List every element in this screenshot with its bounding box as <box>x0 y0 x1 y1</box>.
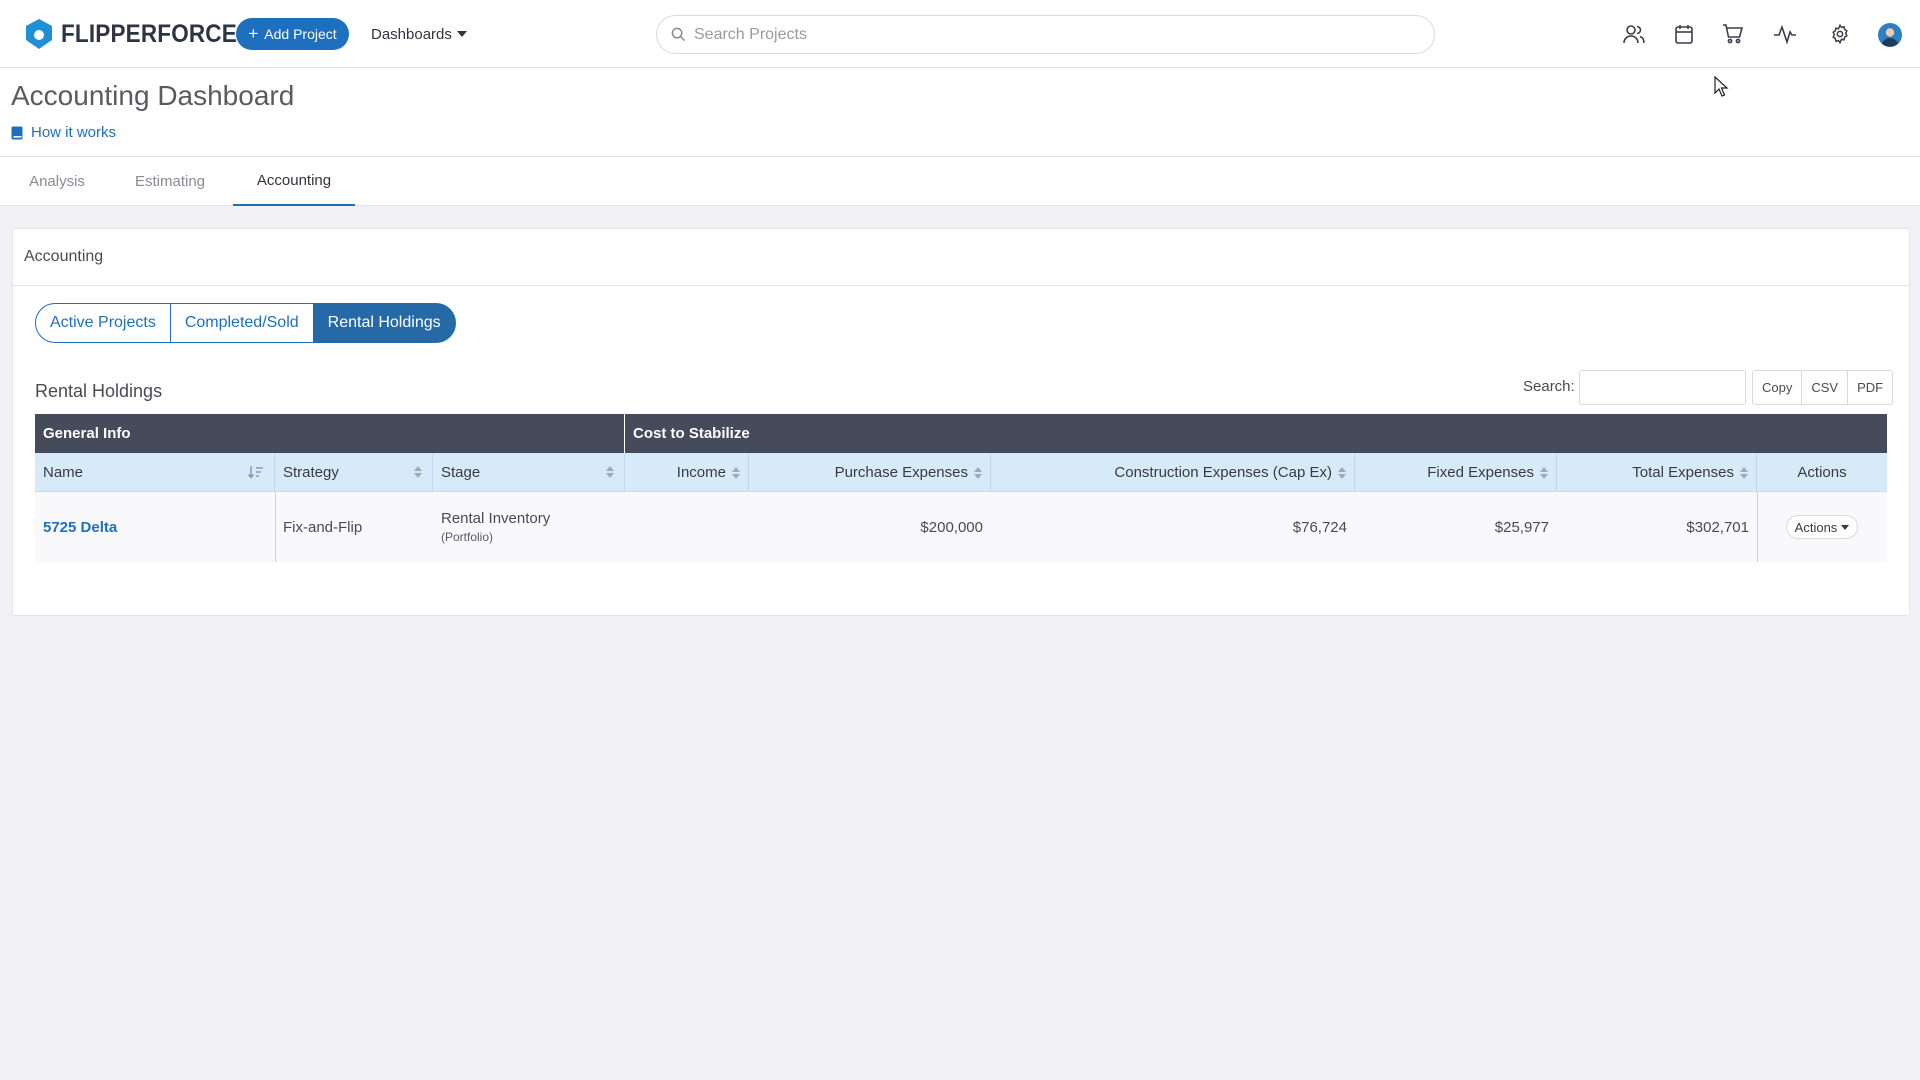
col-name[interactable]: Name <box>35 453 275 492</box>
sort-icon <box>1540 466 1548 480</box>
caret-down-icon <box>1841 524 1850 530</box>
cell-name: 5725 Delta <box>35 492 275 562</box>
add-project-button[interactable]: + Add Project <box>236 18 349 50</box>
col-total-expenses[interactable]: Total Expenses <box>1557 453 1757 492</box>
sort-icon <box>974 466 982 480</box>
segment-label: Rental Holdings <box>327 314 441 331</box>
active-projects-button[interactable]: Active Projects <box>35 303 171 343</box>
avatar-icon[interactable] <box>1878 23 1902 47</box>
add-project-label: Add Project <box>264 26 337 42</box>
actions-label: Actions <box>1794 519 1838 535</box>
column-label: Actions <box>1797 464 1847 481</box>
page-header: Accounting Dashboard How it works <box>0 68 1920 157</box>
dashboards-dropdown[interactable]: Dashboards <box>371 23 467 45</box>
brand-logo[interactable]: FLIPPERFORCE <box>24 18 256 50</box>
dashboard-tabs: Analysis Estimating Accounting <box>0 157 1920 206</box>
column-label: Purchase Expenses <box>834 464 968 481</box>
sort-desc-icon <box>248 466 263 479</box>
col-purchase-expenses[interactable]: Purchase Expenses <box>749 453 991 492</box>
col-income[interactable]: Income <box>625 453 749 492</box>
top-navbar: FLIPPERFORCE + Add Project Dashboards <box>0 0 1920 68</box>
flipperforce-logo-icon <box>26 19 52 49</box>
col-actions: Actions <box>1757 453 1887 492</box>
sort-icon <box>414 465 422 479</box>
mouse-cursor-icon <box>1714 76 1729 97</box>
accounting-card: Accounting Active Projects Completed/Sol… <box>12 228 1910 616</box>
section-title: Rental Holdings <box>35 381 163 401</box>
stage-main: Rental Inventory <box>441 510 551 527</box>
column-label: Income <box>676 464 726 481</box>
pdf-button[interactable]: PDF <box>1847 370 1894 405</box>
users-icon[interactable] <box>1622 22 1646 46</box>
card-title: Accounting <box>13 229 1909 286</box>
column-label: Stage <box>441 464 481 481</box>
column-label: Total Expenses <box>1632 464 1734 481</box>
search-icon <box>671 27 686 42</box>
cart-icon[interactable] <box>1721 22 1745 46</box>
project-search-input[interactable] <box>694 25 1414 44</box>
how-it-works-link[interactable]: How it works <box>11 124 116 141</box>
column-label: Fixed Expenses <box>1427 464 1534 481</box>
gear-icon[interactable] <box>1828 22 1852 46</box>
column-label: Name <box>43 464 84 481</box>
group-general-info: General Info <box>43 425 131 442</box>
sort-icon <box>1740 466 1748 480</box>
column-label: Strategy <box>283 464 339 481</box>
cell-construction-expenses: $76,724 <box>1292 518 1347 536</box>
cell-strategy: Fix-and-Flip <box>283 518 363 536</box>
plus-icon: + <box>248 23 259 43</box>
segment-label: Completed/Sold <box>184 314 299 331</box>
row-actions-button[interactable]: Actions <box>1785 515 1859 539</box>
column-header-row: Name Strategy Stage Income Purchase Expe… <box>35 453 1887 492</box>
tab-accounting[interactable]: Accounting <box>233 157 355 206</box>
sort-icon <box>606 465 614 479</box>
tab-analysis[interactable]: Analysis <box>18 157 96 206</box>
csv-button[interactable]: CSV <box>1801 370 1849 405</box>
page-title: Accounting Dashboard <box>11 80 295 111</box>
tab-label: Accounting <box>256 172 332 189</box>
group-cost-to-stabilize: Cost to Stabilize <box>633 425 750 442</box>
tab-label: Estimating <box>134 173 206 190</box>
sort-icon <box>732 466 740 480</box>
col-fixed-expenses[interactable]: Fixed Expenses <box>1355 453 1557 492</box>
rental-holdings-button[interactable]: Rental Holdings <box>312 303 456 343</box>
activity-icon[interactable] <box>1773 22 1797 46</box>
table-search-input[interactable] <box>1579 370 1746 405</box>
sort-icon <box>1338 466 1346 480</box>
how-it-works-label: How it works <box>31 124 117 141</box>
rental-holdings-table: General Info Cost to Stabilize Name Stra… <box>35 414 1887 562</box>
table-row: 5725 Delta Fix-and-Flip Rental Inventory… <box>35 492 1887 562</box>
book-icon <box>11 126 23 139</box>
column-label: Construction Expenses (Cap Ex) <box>1114 464 1332 481</box>
cell-stage: Rental Inventory (Portfolio) <box>433 492 625 562</box>
cell-actions: Actions <box>1757 492 1887 562</box>
export-buttons: Copy CSV PDF <box>1752 370 1894 405</box>
tab-estimating[interactable]: Estimating <box>120 157 220 206</box>
col-construction-expenses[interactable]: Construction Expenses (Cap Ex) <box>991 453 1355 492</box>
completed-sold-button[interactable]: Completed/Sold <box>169 303 314 343</box>
col-strategy[interactable]: Strategy <box>275 453 433 492</box>
stage-sub: (Portfolio) <box>441 530 494 544</box>
cell-total-expenses: $302,701 <box>1686 518 1749 536</box>
caret-down-icon <box>456 31 467 37</box>
dashboards-label: Dashboards <box>371 25 452 43</box>
calendar-icon[interactable] <box>1672 22 1696 46</box>
project-filter-group: Active Projects Completed/Sold Rental Ho… <box>35 303 456 343</box>
col-stage[interactable]: Stage <box>433 453 625 492</box>
brand-name: FLIPPERFORCE <box>61 19 237 48</box>
cell-fixed-expenses: $25,977 <box>1494 518 1549 536</box>
project-search-box <box>656 15 1435 54</box>
tab-label: Analysis <box>29 173 85 190</box>
project-name-link[interactable]: 5725 Delta <box>43 519 117 536</box>
cell-purchase-expenses: $200,000 <box>920 518 983 536</box>
column-group-row: General Info Cost to Stabilize <box>35 414 1887 453</box>
segment-label: Active Projects <box>50 314 156 331</box>
cell-income <box>625 492 749 562</box>
table-search-label: Search: <box>1523 378 1575 395</box>
copy-button[interactable]: Copy <box>1752 370 1803 405</box>
